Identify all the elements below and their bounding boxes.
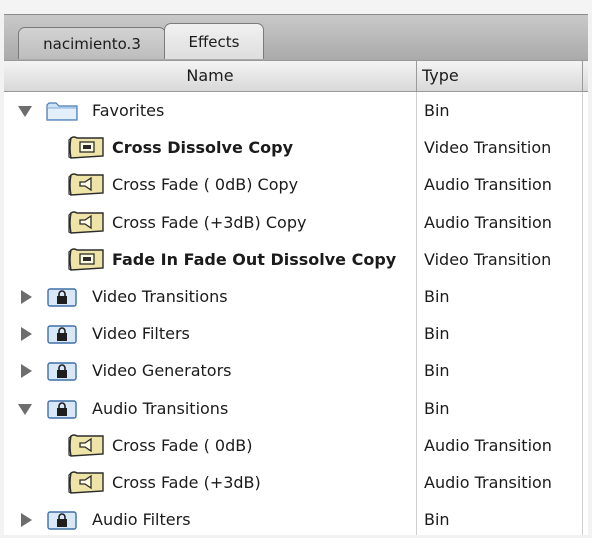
- list-item[interactable]: Cross Fade ( 0dB) Audio Transition: [4, 427, 588, 464]
- list-item[interactable]: Video Transitions Bin: [4, 278, 588, 315]
- audio-transition-icon: [68, 471, 104, 494]
- list-item-type: Bin: [424, 510, 450, 530]
- list-item[interactable]: Fade In Fade Out Dissolve Copy Video Tran…: [4, 241, 588, 278]
- audio-transition-icon: [68, 434, 104, 457]
- list-item-type: Video Transition: [424, 138, 552, 158]
- column-header-name[interactable]: Name: [4, 61, 417, 91]
- list-item-name: Cross Fade (+3dB) Copy: [112, 212, 307, 232]
- list-item-type: Video Transition: [424, 249, 552, 269]
- list-item-type: Bin: [424, 398, 450, 418]
- list-item-name: Cross Fade ( 0dB): [112, 435, 253, 455]
- effects-list: Favorites Bin Cross Dissolve Copy Video Tra…: [4, 92, 588, 535]
- list-item-type: Bin: [424, 101, 450, 120]
- list-item-name: Video Transitions: [92, 287, 228, 306]
- list-item[interactable]: Audio Filters Bin: [4, 501, 588, 538]
- list-item-type: Bin: [424, 361, 450, 381]
- list-item-name: Cross Dissolve Copy: [112, 138, 293, 158]
- list-item[interactable]: Video Filters Bin: [4, 315, 588, 352]
- locked-bin-icon: [47, 288, 77, 307]
- list-item-type: Bin: [424, 324, 450, 344]
- column-header-type[interactable]: Type: [422, 61, 459, 91]
- list-item[interactable]: Favorites Bin: [4, 92, 588, 129]
- list-item-name: Video Filters: [92, 324, 190, 344]
- list-item-type: Bin: [424, 287, 450, 306]
- locked-bin-icon: [47, 399, 77, 419]
- tab-nacimiento[interactable]: nacimiento.3: [18, 27, 166, 59]
- list-item-name: Favorites: [92, 101, 165, 120]
- column-divider[interactable]: [582, 61, 583, 91]
- list-item[interactable]: Cross Fade (+3dB) Audio Transition: [4, 464, 588, 501]
- list-item-type: Audio Transition: [424, 435, 552, 455]
- folder-icon: [46, 102, 78, 121]
- list-item[interactable]: Cross Fade (+3dB) Copy Audio Transition: [4, 204, 588, 241]
- disclosure-expanded-icon[interactable]: [18, 106, 32, 117]
- list-item-type: Audio Transition: [424, 473, 552, 492]
- audio-transition-icon: [68, 210, 104, 234]
- list-item[interactable]: Video Generators Bin: [4, 352, 588, 389]
- list-item-name: Cross Fade (+3dB): [112, 473, 261, 492]
- tab-effects[interactable]: Effects: [164, 23, 264, 59]
- list-item[interactable]: Audio Transitions Bin: [4, 390, 588, 427]
- disclosure-collapsed-icon[interactable]: [21, 364, 32, 379]
- video-transition-icon: [68, 136, 104, 159]
- disclosure-expanded-icon[interactable]: [18, 403, 32, 415]
- disclosure-collapsed-icon[interactable]: [21, 327, 32, 342]
- list-item-name: Cross Fade ( 0dB) Copy: [112, 175, 299, 195]
- audio-transition-icon: [68, 173, 104, 197]
- disclosure-collapsed-icon[interactable]: [21, 290, 32, 304]
- tab-bar: nacimiento.3 Effects: [4, 14, 588, 61]
- disclosure-collapsed-icon[interactable]: [21, 513, 32, 528]
- list-item-name: Audio Transitions: [92, 398, 229, 418]
- video-transition-icon: [68, 248, 104, 271]
- list-item[interactable]: Cross Fade ( 0dB) Copy Audio Transition: [4, 166, 588, 203]
- list-item-name: Audio Filters: [92, 510, 191, 530]
- window-top-edge: [0, 0, 592, 14]
- list-item-name: Video Generators: [92, 361, 232, 381]
- list-item-name: Fade In Fade Out Dissolve Copy: [112, 249, 397, 269]
- list-item-type: Audio Transition: [424, 175, 552, 195]
- locked-bin-icon: [47, 511, 77, 530]
- locked-bin-icon: [47, 362, 77, 382]
- column-header: Name Type: [4, 60, 588, 92]
- locked-bin-icon: [47, 325, 77, 344]
- list-item-type: Audio Transition: [424, 212, 552, 232]
- list-item[interactable]: Cross Dissolve Copy Video Transition: [4, 129, 588, 166]
